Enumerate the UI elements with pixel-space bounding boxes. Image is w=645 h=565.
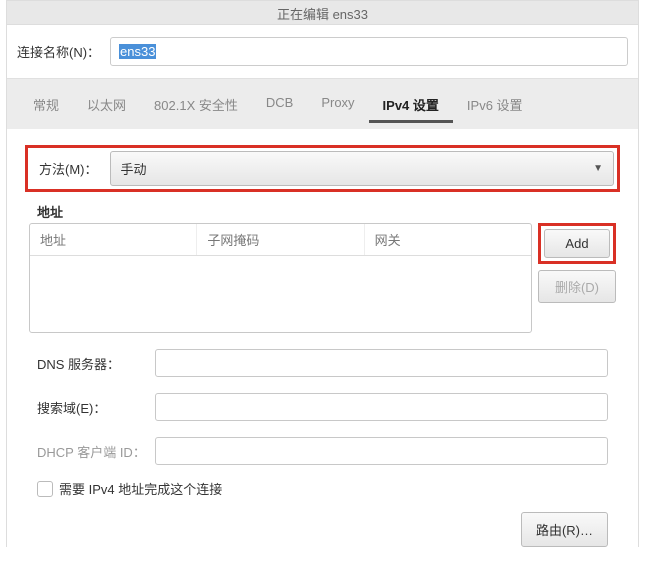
address-header-addr: 地址 — [30, 224, 197, 255]
dhcp-client-label: DHCP 客户端 ID： — [37, 442, 147, 461]
tab-8021x[interactable]: 802.1X 安全性 — [140, 89, 252, 123]
tab-dcb[interactable]: DCB — [252, 89, 307, 123]
dhcp-client-input[interactable] — [155, 437, 608, 465]
delete-button[interactable]: 删除(D) — [538, 270, 616, 303]
method-label: 方法(M)： — [31, 159, 102, 178]
tab-bar: 常规 以太网 802.1X 安全性 DCB Proxy IPv4 设置 IPv6… — [7, 78, 638, 129]
address-header-netmask: 子网掩码 — [197, 224, 364, 255]
address-table[interactable]: 地址 子网掩码 网关 — [29, 223, 532, 333]
tab-ipv4[interactable]: IPv4 设置 — [369, 89, 453, 123]
connection-name-input[interactable]: ens33 — [110, 37, 628, 66]
tab-ethernet[interactable]: 以太网 — [73, 89, 140, 123]
method-row: 方法(M)： 手动 ▼ — [25, 145, 620, 192]
address-header-gateway: 网关 — [365, 224, 531, 255]
dns-label: DNS 服务器： — [37, 354, 147, 373]
method-dropdown[interactable]: 手动 ▼ — [110, 151, 615, 186]
chevron-down-icon: ▼ — [593, 163, 603, 174]
method-value: 手动 — [121, 159, 147, 178]
window-title: 正在编辑 ens33 — [7, 1, 638, 25]
connection-name-label: 连接名称(N)： — [17, 42, 100, 61]
add-button[interactable]: Add — [544, 229, 610, 258]
search-domain-label: 搜索域(E)： — [37, 398, 147, 417]
require-ipv4-checkbox[interactable] — [37, 481, 53, 497]
tab-proxy[interactable]: Proxy — [307, 89, 368, 123]
tab-general[interactable]: 常规 — [19, 89, 73, 123]
search-domain-input[interactable] — [155, 393, 608, 421]
routes-button[interactable]: 路由(R)… — [521, 512, 608, 547]
dns-input[interactable] — [155, 349, 608, 377]
addresses-section-label: 地址 — [37, 202, 638, 221]
tab-ipv6[interactable]: IPv6 设置 — [453, 89, 537, 123]
require-ipv4-label: 需要 IPv4 地址完成这个连接 — [59, 479, 222, 498]
